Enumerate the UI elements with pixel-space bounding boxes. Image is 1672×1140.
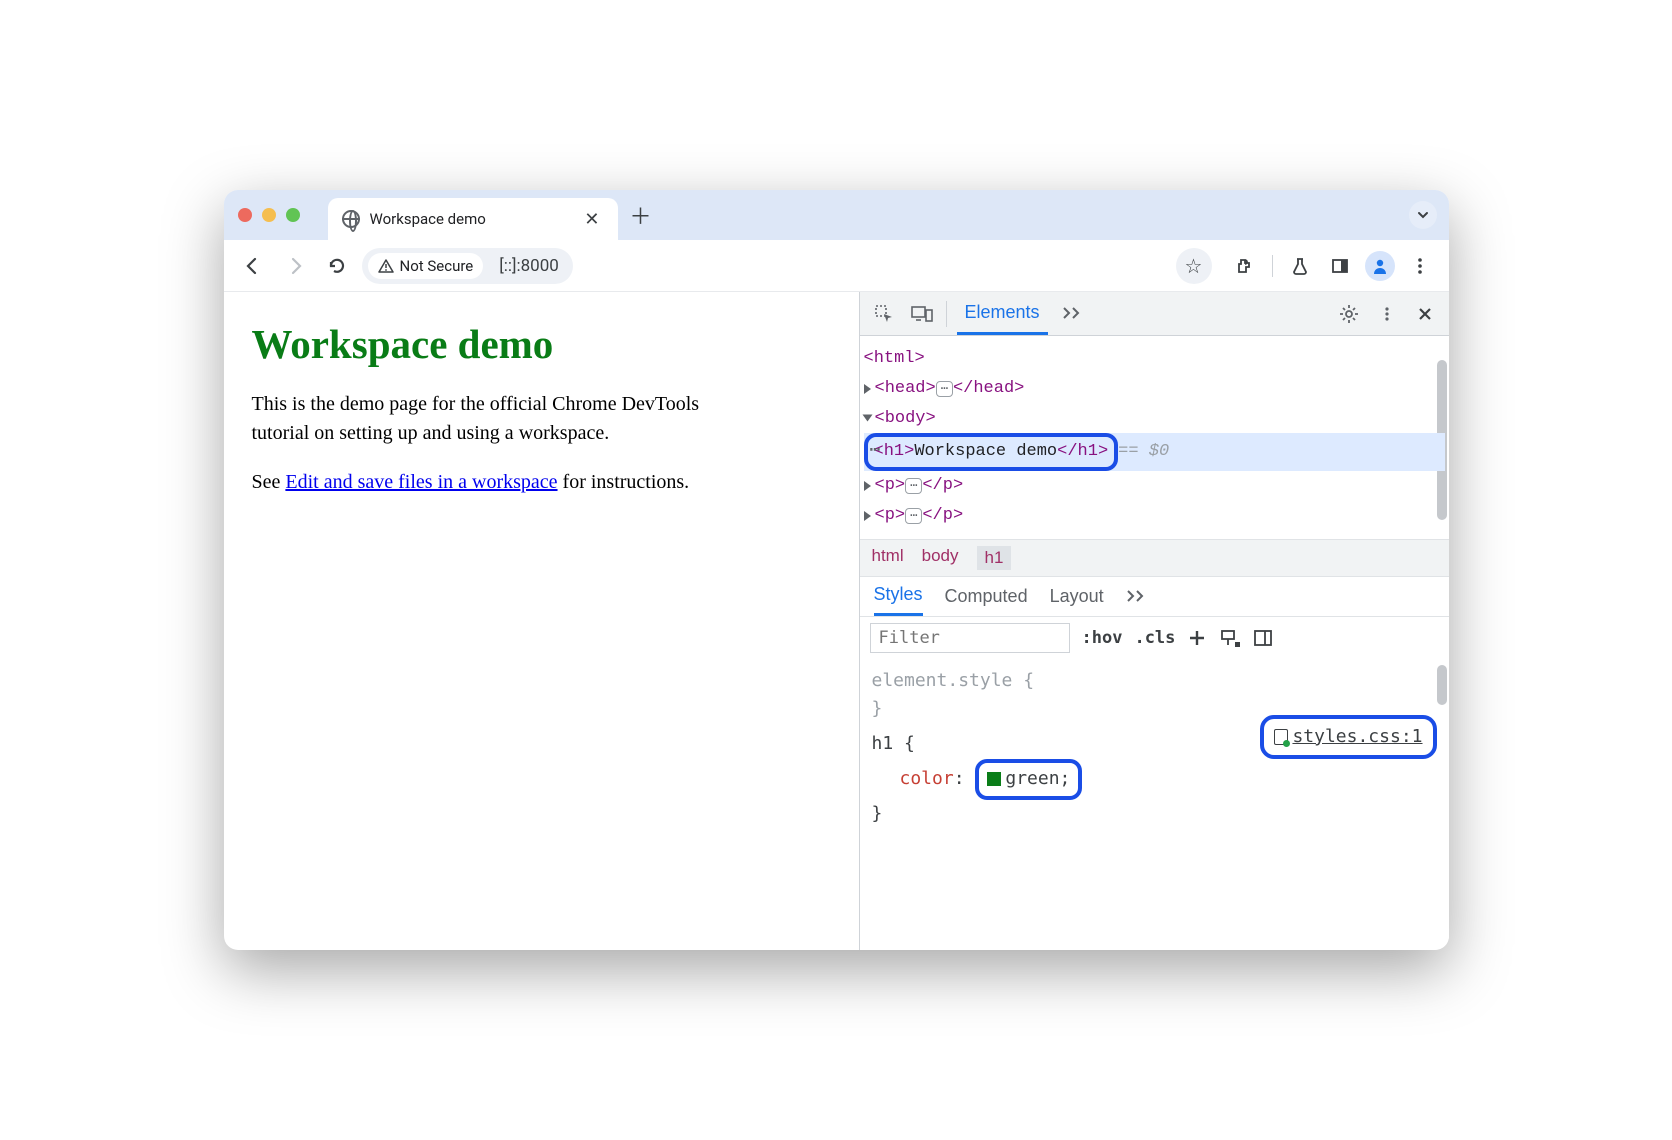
highlight-callout: <h1>Workspace demo</h1> <box>864 433 1119 471</box>
color-swatch[interactable] <box>987 772 1001 786</box>
new-tab-button[interactable]: ＋ <box>630 199 652 231</box>
tabs-overflow-icon[interactable] <box>1126 577 1146 616</box>
expand-icon[interactable] <box>864 481 871 491</box>
dom-node-selected[interactable]: ⋯ <h1>Workspace demo</h1> == $0 <box>864 433 1445 471</box>
close-devtools-icon[interactable] <box>1411 300 1439 328</box>
tabs-overflow-icon[interactable] <box>1058 300 1086 328</box>
new-style-rule-icon[interactable] <box>1187 628 1207 648</box>
minimize-window-button[interactable] <box>262 208 276 222</box>
dom-node[interactable]: <html> <box>864 344 925 374</box>
profile-button[interactable] <box>1363 249 1397 283</box>
dom-breadcrumb: html body h1 <box>860 539 1449 577</box>
cls-toggle[interactable]: .cls <box>1134 628 1175 648</box>
dom-node[interactable]: <body> <box>875 404 936 434</box>
breadcrumb-item[interactable]: html <box>872 546 904 570</box>
expand-icon[interactable] <box>864 384 871 394</box>
collapsed-icon[interactable]: ⋯ <box>905 478 922 494</box>
close-tab-icon[interactable]: ✕ <box>580 209 603 230</box>
more-icon[interactable] <box>1373 300 1401 328</box>
inspect-icon[interactable] <box>870 300 898 328</box>
device-toggle-icon[interactable] <box>908 300 936 328</box>
side-panel-icon[interactable] <box>1323 249 1357 283</box>
maximize-window-button[interactable] <box>286 208 300 222</box>
menu-button[interactable] <box>1403 249 1437 283</box>
address-bar[interactable]: Not Secure [::]:8000 <box>362 248 573 284</box>
avatar-icon <box>1365 251 1395 281</box>
overflow-icon[interactable]: ⋯ <box>870 436 882 468</box>
css-value[interactable]: green; <box>1005 768 1070 789</box>
page-paragraph: This is the demo page for the official C… <box>252 390 732 448</box>
tab-styles[interactable]: Styles <box>874 577 923 616</box>
styles-toolbar: :hov .cls <box>860 617 1449 659</box>
warning-icon <box>378 258 394 274</box>
hov-toggle[interactable]: :hov <box>1082 628 1123 648</box>
bookmark-button[interactable]: ☆ <box>1176 248 1212 284</box>
page-paragraph: See Edit and save files in a workspace f… <box>252 468 732 497</box>
format-icon[interactable] <box>1219 628 1241 648</box>
window-controls <box>238 208 300 222</box>
page-viewport: Workspace demo This is the demo page for… <box>224 292 859 950</box>
css-rule[interactable]: h1 { styles.css:1 <box>872 730 1437 759</box>
tabs-overflow-button[interactable] <box>1409 201 1437 229</box>
dom-node[interactable]: <p> <box>875 501 906 531</box>
highlight-callout: green; <box>975 759 1082 800</box>
tab-elements[interactable]: Elements <box>957 292 1048 335</box>
styles-tab-bar: Styles Computed Layout <box>860 577 1449 617</box>
tab-computed[interactable]: Computed <box>945 577 1028 616</box>
back-button[interactable] <box>236 249 270 283</box>
tab-layout[interactable]: Layout <box>1050 577 1104 616</box>
toolbar: Not Secure [::]:8000 ☆ <box>224 240 1449 292</box>
extensions-icon[interactable] <box>1228 249 1262 283</box>
selected-indicator: == $0 <box>1118 437 1169 467</box>
forward-button[interactable] <box>278 249 312 283</box>
page-link[interactable]: Edit and save files in a workspace <box>285 471 557 493</box>
security-label: Not Secure <box>400 257 474 275</box>
styles-pane[interactable]: element.style { } h1 { styles.css:1 colo… <box>860 659 1449 837</box>
file-icon <box>1274 729 1288 745</box>
close-window-button[interactable] <box>238 208 252 222</box>
content-area: Workspace demo This is the demo page for… <box>224 292 1449 950</box>
browser-tab[interactable]: Workspace demo ✕ <box>328 198 618 240</box>
tab-bar: Workspace demo ✕ ＋ <box>224 190 1449 240</box>
breadcrumb-item-active[interactable]: h1 <box>977 546 1012 570</box>
element-style-rule[interactable]: element.style { <box>872 667 1437 696</box>
dom-tree[interactable]: <html> <head> ⋯ </head> <body> ⋯ <h1>Wor… <box>860 336 1449 539</box>
dom-node[interactable]: <head> <box>875 374 936 404</box>
page-heading: Workspace demo <box>252 320 831 368</box>
security-chip[interactable]: Not Secure <box>368 253 484 279</box>
highlight-callout: styles.css:1 <box>1260 715 1436 760</box>
url-text: [::]:8000 <box>489 256 569 276</box>
browser-window: Workspace demo ✕ ＋ Not Secure [::]:8000 <box>224 190 1449 950</box>
reload-button[interactable] <box>320 249 354 283</box>
devtools-panel: Elements <html> <head> ⋯ </hea <box>859 292 1449 950</box>
tab-title: Workspace demo <box>370 210 571 228</box>
scrollbar[interactable] <box>1437 665 1447 705</box>
settings-icon[interactable] <box>1335 300 1363 328</box>
toolbar-divider <box>1272 255 1273 277</box>
labs-icon[interactable] <box>1283 249 1317 283</box>
source-link[interactable]: styles.css:1 <box>1292 723 1422 752</box>
css-selector[interactable]: h1 { <box>872 733 915 754</box>
devtools-header: Elements <box>860 292 1449 336</box>
collapsed-icon[interactable]: ⋯ <box>905 508 922 524</box>
breadcrumb-item[interactable]: body <box>922 546 959 570</box>
expand-icon[interactable] <box>864 511 871 521</box>
dom-node[interactable]: <p> <box>875 471 906 501</box>
collapse-icon[interactable] <box>862 415 872 422</box>
globe-icon <box>342 210 360 228</box>
toggle-sidebar-icon[interactable] <box>1253 628 1273 648</box>
filter-input[interactable] <box>870 623 1070 653</box>
collapsed-icon[interactable]: ⋯ <box>936 381 953 397</box>
css-property[interactable]: color <box>900 768 954 789</box>
